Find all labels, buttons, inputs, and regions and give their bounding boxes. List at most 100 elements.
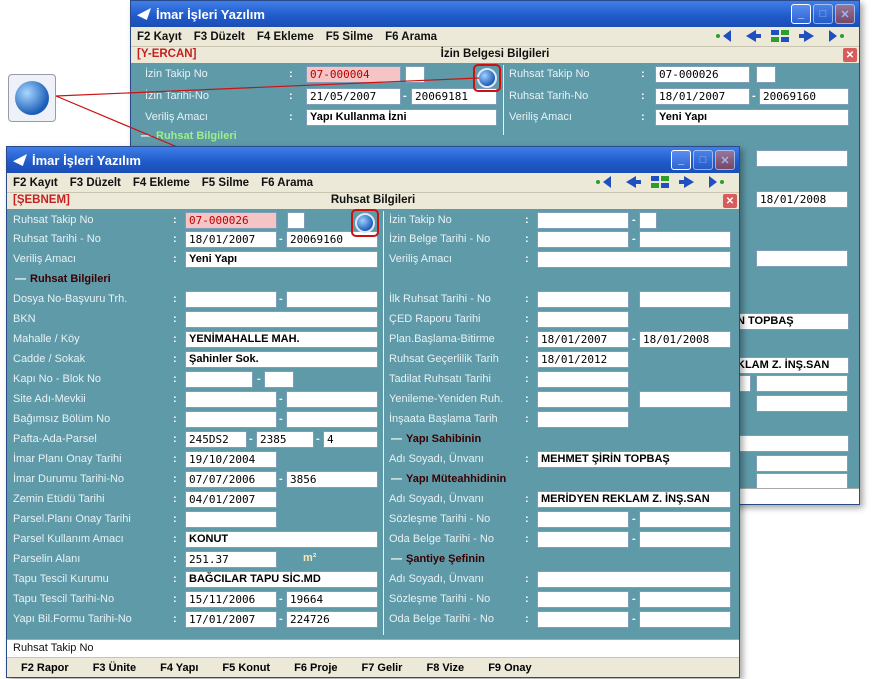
gecerlilik-label: Ruhsat Geçerlilik Tarih <box>389 353 499 365</box>
gecerlilik-field[interactable]: 18/01/2012 <box>537 351 629 368</box>
fkey-gelir[interactable]: F7 Gelir <box>362 662 403 674</box>
oda-no-field[interactable] <box>639 531 731 548</box>
santiye-oda-label: Oda Belge Tarihi - No <box>389 613 494 625</box>
prev-record-icon[interactable] <box>622 175 644 189</box>
plan-baslama-field[interactable]: 18/01/2007 <box>537 331 629 348</box>
ada-field[interactable]: 2385 <box>256 431 314 448</box>
r-verilis-field[interactable] <box>537 251 731 268</box>
mahalle-field[interactable]: YENİMAHALLE MAH. <box>185 331 378 348</box>
fkey-yapi[interactable]: F4 Yapı <box>160 662 198 674</box>
front-window-title: İmar İşleri Yazılım <box>32 152 141 168</box>
yenileme-no-field[interactable] <box>639 391 731 408</box>
pafta-field[interactable]: 245DS2 <box>185 431 247 448</box>
parsel-alani-field[interactable]: 251.37 <box>185 551 277 568</box>
parsel-kullanim-label: Parsel Kullanım Amacı <box>13 533 124 545</box>
izin-belge-no-field[interactable] <box>639 231 731 248</box>
zemin-field[interactable]: 04/01/2007 <box>185 491 277 508</box>
tapu-kurum-field[interactable]: BAĞCILAR TAPU SİC.MD <box>185 571 378 588</box>
tapu-tarih-label: Tapu Tescil Tarihi-No <box>13 593 115 605</box>
ilk-ruhsat-field[interactable] <box>537 291 629 308</box>
basvuru-field[interactable] <box>286 291 378 308</box>
front-panel-title: Ruhsat Bilgileri <box>330 194 416 206</box>
santiye-sozlesme-no-field[interactable] <box>639 591 731 608</box>
plan-bitirme-field[interactable]: 18/01/2008 <box>639 331 731 348</box>
ced-field[interactable] <box>537 311 629 328</box>
fkey-proje[interactable]: F6 Proje <box>294 662 337 674</box>
izin-belge-label: İzin Belge Tarihi - No <box>389 233 491 245</box>
ruhsat-takip-suffix-field[interactable] <box>287 212 305 229</box>
izin-takip-label: İzin Takip No <box>389 214 452 226</box>
bagimsiz-field-2[interactable] <box>286 411 378 428</box>
yenileme-label: Yenileme-Yeniden Ruh. <box>389 393 504 405</box>
tapu-tarih-field[interactable]: 15/11/2006 <box>185 591 277 608</box>
menu-ekleme[interactable]: F4 Ekleme <box>133 177 190 189</box>
fkey-unite[interactable]: F3 Ünite <box>93 662 136 674</box>
yenileme-field[interactable] <box>537 391 629 408</box>
maximize-button[interactable]: □ <box>693 150 713 170</box>
oda-field[interactable] <box>537 531 629 548</box>
izin-belge-field[interactable] <box>537 231 629 248</box>
imar-durum-no-field[interactable]: 3856 <box>286 471 378 488</box>
kapi-label: Kapı No - Blok No <box>13 373 102 385</box>
santiye-oda-no-field[interactable] <box>639 611 731 628</box>
parsel-plan-field[interactable] <box>185 511 277 528</box>
fkey-konut[interactable]: F5 Konut <box>222 662 270 674</box>
front-menubar: F2 Kayıt F3 Düzelt F4 Ekleme F5 Silme F6… <box>7 173 739 193</box>
cadde-field[interactable]: Şahinler Sok. <box>185 351 378 368</box>
fkey-rapor[interactable]: F2 Rapor <box>21 662 69 674</box>
menu-silme[interactable]: F5 Silme <box>202 177 249 189</box>
last-record-icon[interactable] <box>703 175 725 189</box>
parsel-kullanim-field[interactable]: KONUT <box>185 531 378 548</box>
yapi-bil-field[interactable]: 17/01/2007 <box>185 611 277 628</box>
parsel-field[interactable]: 4 <box>323 431 378 448</box>
imar-durum-label: İmar Durumu Tarihi-No <box>13 473 125 485</box>
ilk-ruhsat-no-field[interactable] <box>639 291 731 308</box>
insaat-field[interactable] <box>537 411 629 428</box>
verilis-field[interactable]: Yeni Yapı <box>185 251 378 268</box>
yapi-bil-no-field[interactable]: 224726 <box>286 611 378 628</box>
fkey-vize[interactable]: F8 Vize <box>426 662 464 674</box>
bkn-field[interactable] <box>185 311 378 328</box>
santiye-sozlesme-label: Sözleşme Tarihi - No <box>389 593 491 605</box>
menu-arama[interactable]: F6 Arama <box>261 177 313 189</box>
imar-durum-field[interactable]: 07/07/2006 <box>185 471 277 488</box>
imar-plan-field[interactable]: 19/10/2004 <box>185 451 277 468</box>
minimize-button[interactable]: _ <box>671 150 691 170</box>
muteahhit-ad-label: Adı Soyadı, Ünvanı <box>389 493 484 505</box>
sozlesme-no-field[interactable] <box>639 511 731 528</box>
menu-kayit[interactable]: F2 Kayıt <box>13 177 58 189</box>
sozlesme-field[interactable] <box>537 511 629 528</box>
santiye-oda-field[interactable] <box>537 611 629 628</box>
parsel-plan-label: Parsel.Planı Onay Tarihi <box>13 513 131 525</box>
ruhsat-takip-field[interactable]: 07-000026 <box>185 212 277 229</box>
tapu-kurum-label: Tapu Tescil Kurumu <box>13 573 109 585</box>
next-record-icon[interactable] <box>676 175 698 189</box>
status-text: Ruhsat Takip No <box>13 642 94 654</box>
blok-field[interactable] <box>264 371 294 388</box>
r-izin-takip-field[interactable] <box>537 212 629 229</box>
muteahhit-ad-field[interactable]: MERİDYEN REKLAM Z. İNŞ.SAN <box>537 491 731 508</box>
fkey-onay[interactable]: F9 Onay <box>488 662 531 674</box>
kapi-field[interactable] <box>185 371 253 388</box>
mevkii-field[interactable] <box>286 391 378 408</box>
first-record-icon[interactable] <box>595 175 617 189</box>
santiye-ad-field[interactable] <box>537 571 731 588</box>
r-izin-takip-suffix[interactable] <box>639 212 657 229</box>
tapu-no-field[interactable]: 19664 <box>286 591 378 608</box>
tadilat-field[interactable] <box>537 371 629 388</box>
ilk-ruhsat-label: İlk Ruhsat Tarihi - No <box>389 293 491 305</box>
dosya-field[interactable] <box>185 291 277 308</box>
front-panel-close-button[interactable]: ✕ <box>723 194 737 208</box>
bkn-label: BKN <box>13 313 36 325</box>
list-icon[interactable] <box>649 175 671 189</box>
sahip-ad-field[interactable]: MEHMET ŞİRİN TOPBAŞ <box>537 451 731 468</box>
close-button[interactable]: ✕ <box>715 150 735 170</box>
bagimsiz-field[interactable] <box>185 411 277 428</box>
site-field[interactable] <box>185 391 277 408</box>
santiye-ad-label: Adı Soyadı, Ünvanı <box>389 573 484 585</box>
menu-duzelt[interactable]: F3 Düzelt <box>70 177 121 189</box>
section-yapi-sahibi: — Yapı Sahibinin <box>391 433 482 445</box>
ruhsat-tarihi-field[interactable]: 18/01/2007 <box>185 231 277 248</box>
cadde-label: Cadde / Sokak <box>13 353 86 365</box>
santiye-sozlesme-field[interactable] <box>537 591 629 608</box>
